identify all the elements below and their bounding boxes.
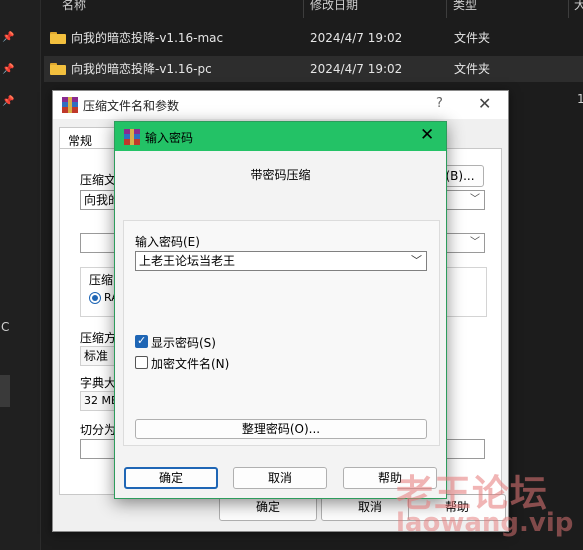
column-separator[interactable]: [303, 0, 304, 18]
folder-icon: [50, 32, 66, 44]
close-icon[interactable]: ✕: [420, 125, 434, 145]
file-date: 2024/4/7 19:02: [310, 62, 403, 76]
file-name: 向我的暗恋投降-v1.16-pc: [71, 62, 212, 76]
encrypt-filenames-label[interactable]: 加密文件名(N): [151, 355, 229, 372]
column-header-date[interactable]: 修改日期: [310, 0, 358, 16]
file-row[interactable]: 向我的暗恋投降-v1.16-mac 2024/4/7 19:02 文件夹: [44, 25, 583, 51]
navigation-pane: 📌 📌 📌 C: [0, 0, 41, 550]
format-radio-rar[interactable]: [89, 292, 101, 304]
winrar-icon: [124, 129, 140, 145]
ok-button-label: 确定: [158, 471, 183, 485]
archive-format-label: 压缩: [89, 273, 114, 287]
ok-button-label: 确定: [255, 500, 280, 514]
cancel-button[interactable]: 取消: [233, 467, 327, 489]
password-panel: 输入密码(E) 上老王论坛当老王 ﹀ 显示密码(S) 加密文件名(N) 整理密码…: [123, 220, 440, 446]
browse-button-label: (B)...: [445, 169, 475, 183]
compression-method-label: 压缩方: [80, 331, 117, 345]
show-password-checkbox[interactable]: [135, 334, 148, 348]
organize-passwords-label: 整理密码(O)...: [241, 422, 321, 436]
password-dialog-heading: 带密码压缩: [250, 168, 311, 182]
nav-scroll-thumb[interactable]: [0, 375, 10, 407]
enter-password-dialog: 输入密码 ✕ 带密码压缩 输入密码(E) 上老王论坛当老王 ﹀ 显示密码(S) …: [114, 121, 447, 499]
cancel-button-label: 取消: [267, 471, 292, 485]
dictionary-size-label: 字典大: [80, 376, 117, 390]
pin-icon[interactable]: 📌: [2, 96, 14, 108]
archive-name-label: 压缩文: [80, 173, 117, 187]
file-type: 文件夹: [454, 62, 491, 76]
file-name: 向我的暗恋投降-v1.16-mac: [71, 31, 224, 45]
chevron-down-icon[interactable]: ﹀: [470, 191, 480, 209]
file-date: 2024/4/7 19:02: [310, 31, 403, 45]
tab-general[interactable]: 常规: [59, 127, 115, 150]
cancel-button-label: 取消: [357, 500, 382, 514]
ok-button[interactable]: 确定: [124, 467, 218, 489]
nav-item-label[interactable]: C: [1, 320, 9, 334]
column-header-name[interactable]: 名称: [62, 0, 86, 16]
column-header-type[interactable]: 类型: [453, 0, 477, 16]
column-separator[interactable]: [446, 0, 447, 18]
column-header-size[interactable]: 大: [574, 0, 583, 16]
organize-passwords-button[interactable]: 整理密码(O)...: [135, 419, 427, 439]
tab-general-label: 常规: [68, 134, 93, 148]
pin-icon[interactable]: 📌: [2, 64, 14, 76]
password-label: 输入密码(E): [135, 235, 200, 249]
dialog-titlebar[interactable]: 压缩文件名和参数 ? ✕: [53, 91, 508, 119]
file-row[interactable]: 向我的暗恋投降-v1.16-pc 2024/4/7 19:02 文件夹: [44, 56, 583, 82]
password-dialog-title: 输入密码: [145, 131, 194, 145]
column-separator[interactable]: [568, 0, 569, 18]
pin-icon[interactable]: 📌: [2, 32, 14, 44]
winrar-icon: [62, 97, 78, 113]
close-icon[interactable]: ✕: [478, 94, 491, 113]
folder-icon: [50, 63, 66, 75]
password-dialog-titlebar[interactable]: 输入密码 ✕: [115, 122, 446, 151]
watermark-url: laowang.vip: [396, 508, 574, 538]
password-value: 上老王论坛当老王: [139, 254, 236, 268]
chevron-down-icon[interactable]: ﹀: [411, 252, 422, 270]
split-volumes-label: 切分为: [80, 423, 117, 437]
file-size: 1: [577, 92, 583, 106]
file-type: 文件夹: [454, 31, 491, 45]
encrypt-filenames-checkbox[interactable]: [135, 356, 148, 369]
chevron-down-icon[interactable]: ﹀: [470, 234, 480, 252]
dialog-title: 压缩文件名和参数: [83, 99, 180, 113]
password-input[interactable]: 上老王论坛当老王 ﹀: [135, 251, 427, 271]
show-password-label[interactable]: 显示密码(S): [151, 334, 216, 351]
help-icon[interactable]: ?: [436, 96, 443, 111]
compression-method-value: 标准: [84, 349, 109, 363]
